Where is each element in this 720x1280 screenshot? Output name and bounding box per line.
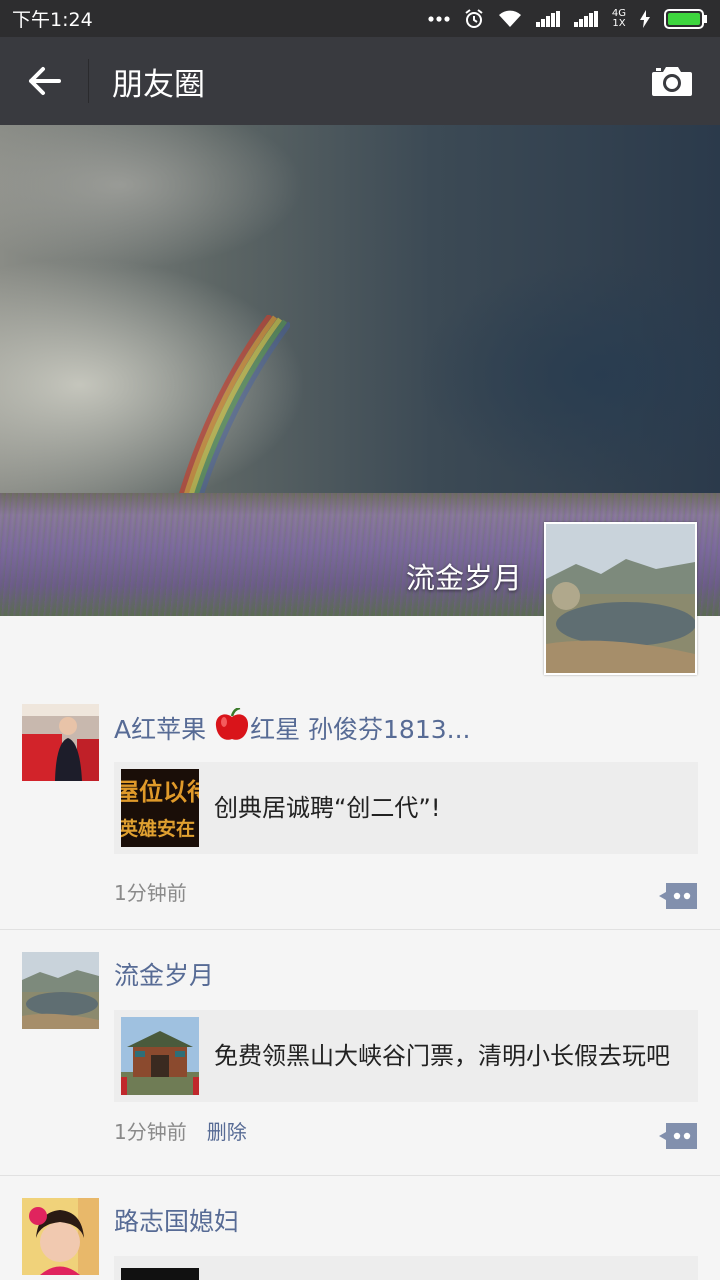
battery-icon: [664, 8, 708, 29]
rainbow-graphic: [175, 315, 290, 505]
wifi-icon: [498, 10, 522, 28]
cover-sky: [0, 125, 720, 495]
post-author[interactable]: 路志国媳妇: [114, 1202, 239, 1238]
link-title: 创典居诚聘“创二代”!: [214, 793, 441, 822]
network-1x: 1X: [612, 17, 626, 29]
link-thumbnail: 屋位以待 英雄安在: [121, 769, 199, 847]
moment-post: 流金岁月 免费领黑山大峡谷门票，清明小长假去玩吧 1分钟前 删除: [0, 930, 720, 1176]
page-title: 朋友圈: [112, 66, 205, 103]
post-author[interactable]: A红苹果 红星 孙俊芬1813...: [114, 706, 471, 748]
post-author-suffix: 红星 孙俊芬1813...: [250, 715, 471, 744]
post-time: 1分钟前: [114, 1120, 187, 1144]
cover-user-name[interactable]: 流金岁月: [406, 555, 522, 597]
camera-icon: [652, 67, 692, 96]
back-button[interactable]: [0, 37, 88, 125]
post-meta: 1分钟前: [114, 877, 187, 906]
delete-button[interactable]: 删除: [207, 1116, 247, 1145]
moment-post: A红苹果 红星 孙俊芬1813... 屋位以待 英雄安在 创典居诚聘“创二代”!…: [0, 690, 720, 930]
link-thumbnail: [121, 1268, 199, 1280]
link-thumbnail-text-bottom: 英雄安在: [121, 817, 195, 840]
post-author-prefix: A红苹果: [114, 715, 215, 744]
network-type: 4G 1X: [611, 7, 626, 29]
avatar[interactable]: [22, 1198, 99, 1275]
status-bar: 下午1:24 4G 1X: [0, 0, 720, 37]
link-title: 免费领黑山大峡谷门票，清明小长假去玩吧: [214, 1041, 670, 1070]
comment-icon[interactable]: [658, 882, 698, 910]
more-dots-icon: [428, 15, 450, 22]
signal-icon: [573, 10, 598, 27]
link-thumbnail: [121, 1017, 199, 1095]
moment-post: 路志国媳妇: [0, 1176, 720, 1280]
nav-bar: 朋友圈: [0, 37, 720, 125]
avatar[interactable]: [22, 704, 99, 781]
status-time: 下午1:24: [12, 9, 93, 31]
shared-link-card[interactable]: 免费领黑山大峡谷门票，清明小长假去玩吧: [114, 1010, 698, 1102]
alarm-icon: [464, 8, 484, 29]
nav-divider: [88, 59, 89, 103]
post-meta: 1分钟前 删除: [114, 1116, 247, 1145]
moments-feed: A红苹果 红星 孙俊芬1813... 屋位以待 英雄安在 创典居诚聘“创二代”!…: [0, 690, 720, 1280]
network-4g: 4G: [611, 7, 626, 19]
arrow-left-icon: [29, 67, 61, 95]
signal-icon: [535, 10, 560, 27]
link-thumbnail-text-top: 屋位以待: [121, 778, 199, 806]
post-author[interactable]: 流金岁月: [114, 956, 214, 992]
charging-icon: [640, 9, 650, 28]
comment-icon[interactable]: [658, 1122, 698, 1150]
apple-emoji: [214, 706, 250, 748]
camera-button[interactable]: [624, 37, 720, 125]
avatar[interactable]: [22, 952, 99, 1029]
shared-link-card[interactable]: [114, 1256, 698, 1280]
post-time: 1分钟前: [114, 881, 187, 905]
shared-link-card[interactable]: 屋位以待 英雄安在 创典居诚聘“创二代”!: [114, 762, 698, 854]
my-avatar[interactable]: [544, 522, 697, 675]
